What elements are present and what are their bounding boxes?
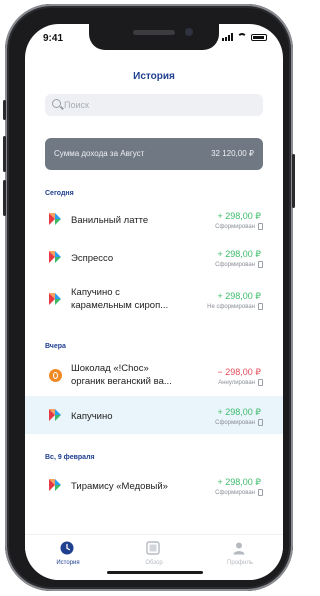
brand-logo-icon (48, 292, 62, 306)
brand-logo-icon (48, 478, 62, 492)
app-screen: 9:41 История Поиск Сумма дохода за Авгус… (25, 24, 283, 580)
search-placeholder: Поиск (64, 100, 89, 110)
section-header-today: Сегодня (45, 190, 74, 197)
brand-logo-icon (48, 408, 62, 422)
receipt-icon (258, 379, 263, 386)
choc-logo-icon (49, 369, 62, 382)
search-input[interactable]: Поиск (45, 94, 263, 116)
cellular-signal-icon (222, 33, 233, 41)
tab-profile-label: Профиль (227, 560, 253, 566)
transaction-status: Сформирован (215, 420, 255, 426)
transaction-status: Сформирован (215, 224, 255, 230)
transaction-amount: + 298,00 ₽ (217, 407, 261, 417)
transaction-title: Ванильный латте (71, 215, 149, 226)
receipt-icon (258, 489, 263, 496)
wifi-icon (237, 33, 247, 41)
transaction-row-selected[interactable]: Капучино + 298,00 ₽ Сформирован (25, 396, 283, 434)
transaction-status: Сформирован (215, 490, 255, 496)
income-summary-label: Сумма дохода за Август (54, 149, 145, 158)
volume-up-button (3, 136, 6, 172)
transaction-status: Сформирован (215, 262, 255, 268)
transaction-status: Не сформирован (207, 304, 255, 310)
transaction-amount: + 298,00 ₽ (217, 211, 261, 221)
volume-down-button (3, 180, 6, 216)
power-button (292, 154, 295, 208)
transaction-title: Эспрессо (71, 253, 114, 264)
receipt-icon (258, 261, 263, 268)
transaction-title: Тирамису «Медовый» (71, 481, 168, 492)
section-header-date: Вс, 9 февраля (45, 454, 95, 461)
transaction-status: Аннулирован (218, 380, 255, 386)
grid-icon (146, 541, 160, 555)
battery-icon (251, 33, 267, 41)
receipt-icon (258, 419, 263, 426)
receipt-icon (258, 223, 263, 230)
income-summary-value: 32 120,00 ₽ (211, 149, 254, 158)
phone-frame: 9:41 История Поиск Сумма дохода за Авгус… (3, 4, 295, 591)
transaction-amount: + 298,00 ₽ (217, 249, 261, 259)
page-title: История (133, 71, 175, 82)
receipt-icon (258, 303, 263, 310)
status-icons (222, 33, 267, 41)
transaction-row[interactable]: Эспрессо + 298,00 ₽ Сформирован (25, 238, 283, 276)
clock-icon (60, 541, 74, 555)
transaction-amount: + 298,00 ₽ (217, 477, 261, 487)
section-header-yesterday: Вчера (45, 343, 66, 350)
transaction-row[interactable]: Шоколад «!Choc» органик веганский ва... … (25, 354, 283, 396)
brand-logo-icon (48, 250, 62, 264)
transaction-amount: − 298,00 ₽ (217, 367, 261, 377)
mute-switch (3, 100, 6, 120)
transaction-row[interactable]: Тирамису «Медовый» + 298,00 ₽ Сформирова… (25, 466, 283, 504)
transaction-row[interactable]: Капучино с карамельным сироп... + 298,00… (25, 276, 283, 322)
status-bar: 9:41 (25, 24, 283, 52)
income-summary-card: Сумма дохода за Август 32 120,00 ₽ (45, 138, 263, 170)
transaction-title: Капучино (71, 411, 113, 422)
brand-logo-icon (48, 212, 62, 226)
transaction-title: Шоколад «!Choc» органик веганский ва... (71, 363, 172, 387)
transaction-title: Капучино с карамельным сироп... (71, 287, 169, 311)
transaction-row[interactable]: Ванильный латте + 298,00 ₽ Сформирован (25, 200, 283, 238)
tab-overview-label: Обзор (145, 560, 163, 566)
search-icon (52, 99, 61, 108)
transaction-amount: + 298,00 ₽ (217, 291, 261, 301)
tab-history[interactable]: История (25, 535, 111, 580)
status-time: 9:41 (43, 33, 64, 44)
user-icon (233, 542, 245, 555)
home-indicator (107, 571, 203, 574)
tab-profile[interactable]: Профиль (197, 535, 283, 580)
tab-history-label: История (56, 560, 80, 566)
